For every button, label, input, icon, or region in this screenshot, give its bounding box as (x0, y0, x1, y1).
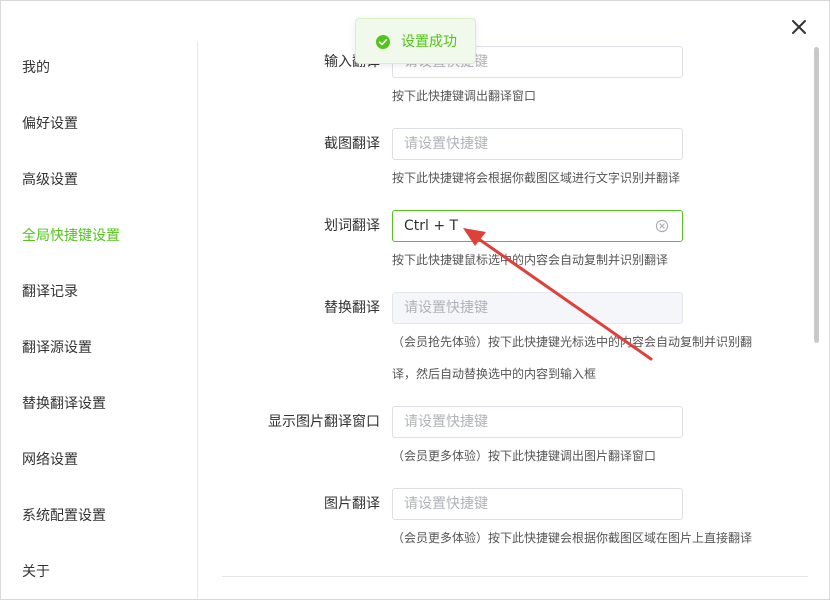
show-image-translate-window-hint: （会员更多体验）按下此快捷键调出图片翻译窗口 (392, 449, 657, 463)
selection-translate-label: 划词翻译 (324, 218, 380, 234)
settings-window: 我的 偏好设置 高级设置 全局快捷键设置 翻译记录 翻译源设置 替换翻译设置 网… (0, 0, 830, 600)
sidebar-item-translation-history[interactable]: 翻译记录 (22, 280, 78, 304)
image-translate-hint: （会员更多体验）按下此快捷键会根据你截图区域在图片上直接翻译 (392, 531, 753, 545)
show-image-translate-window-shortcut-field[interactable] (392, 406, 683, 438)
success-toast: 设置成功 (355, 18, 476, 64)
toast-message: 设置成功 (401, 34, 457, 50)
screenshot-translate-hint: 按下此快捷键将会根据你截图区域进行文字识别并翻译 (392, 171, 681, 185)
scrollbar-thumb[interactable] (814, 47, 819, 343)
sidebar-item-advanced[interactable]: 高级设置 (22, 168, 78, 192)
input-translate-hint: 按下此快捷键调出翻译窗口 (392, 89, 537, 103)
sidebar-item-mine[interactable]: 我的 (22, 56, 50, 80)
show-image-translate-window-label: 显示图片翻译窗口 (268, 414, 380, 430)
selection-translate-shortcut-field[interactable] (392, 210, 683, 242)
sidebar-item-replace-translation[interactable]: 替换翻译设置 (22, 392, 106, 416)
sidebar-item-translation-sources[interactable]: 翻译源设置 (22, 336, 92, 360)
screenshot-translate-label: 截图翻译 (324, 136, 380, 152)
image-translate-label: 图片翻译 (324, 496, 380, 512)
sidebar-item-about[interactable]: 关于 (22, 560, 50, 584)
replace-translate-hint: （会员抢先体验）按下此快捷键光标选中的内容会自动复制并识别翻 (392, 335, 753, 349)
sidebar-item-global-shortcuts[interactable]: 全局快捷键设置 (22, 224, 120, 248)
shortcut-settings-panel: 输入翻译 按下此快捷键调出翻译窗口 截图翻译 按下此快捷键将会根据你截图区域进行… (198, 1, 810, 599)
sidebar-item-system-config[interactable]: 系统配置设置 (22, 504, 106, 528)
replace-translate-label: 替换翻译 (324, 300, 380, 316)
sidebar: 我的 偏好设置 高级设置 全局快捷键设置 翻译记录 翻译源设置 替换翻译设置 网… (1, 41, 198, 599)
image-translate-shortcut-field[interactable] (392, 488, 683, 520)
bottom-divider (222, 576, 808, 577)
check-circle-icon (376, 35, 390, 49)
sidebar-item-preferences[interactable]: 偏好设置 (22, 112, 78, 136)
replace-translate-shortcut-field (392, 292, 683, 324)
sidebar-item-network[interactable]: 网络设置 (22, 448, 78, 472)
screenshot-translate-shortcut-field[interactable] (392, 128, 683, 160)
selection-translate-hint: 按下此快捷键鼠标选中的内容会自动复制并识别翻译 (392, 253, 669, 267)
replace-translate-hint-line2: 译，然后自动替换选中的内容到输入框 (392, 367, 597, 381)
clear-circle-icon[interactable] (655, 219, 669, 233)
